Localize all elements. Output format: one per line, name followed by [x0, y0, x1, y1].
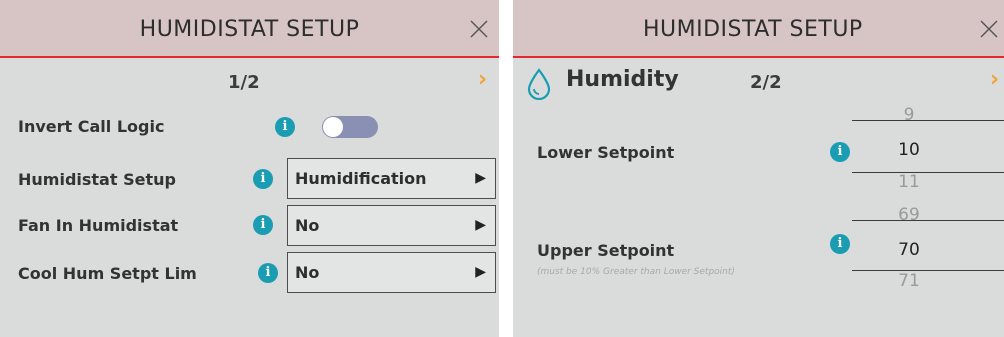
select-arrow-icon: ▶ [475, 217, 486, 233]
humidistat-setup-panel-page-2: HUMIDISTAT SETUP Humidity 2/2 › Lower Se… [513, 0, 1004, 337]
select-arrow-icon: ▶ [475, 170, 486, 186]
close-icon [470, 20, 488, 38]
section-title: Humidity [566, 67, 679, 92]
upper-setpoint-note: (must be 10% Greater than Lower Setpoint… [537, 267, 735, 277]
fan-in-humidistat-select[interactable]: No ▶ [287, 205, 496, 246]
upper-setpoint-label: Upper Setpoint [537, 241, 675, 260]
humidistat-setup-panel-page-1: HUMIDISTAT SETUP 1/2 › Invert Call Logic… [0, 0, 499, 337]
select-value: Humidification [295, 169, 427, 188]
lower-setpoint-prev-value[interactable]: 9 [889, 105, 929, 125]
info-icon[interactable]: i [258, 263, 278, 283]
lower-setpoint-next-value[interactable]: 11 [889, 172, 929, 192]
lower-setpoint-value[interactable]: 10 [889, 140, 929, 160]
upper-setpoint-prev-value[interactable]: 69 [889, 205, 929, 225]
cool-hum-setpt-lim-select[interactable]: No ▶ [287, 252, 496, 293]
next-page-arrow-icon[interactable]: › [478, 67, 487, 92]
panel-title: HUMIDISTAT SETUP [643, 17, 863, 42]
info-icon[interactable]: i [253, 215, 273, 235]
toggle-knob [323, 117, 343, 137]
lower-setpoint-label: Lower Setpoint [537, 143, 675, 162]
close-icon [980, 20, 998, 38]
select-value: No [295, 263, 320, 282]
close-button[interactable] [974, 14, 1004, 44]
panel-header: HUMIDISTAT SETUP [513, 0, 1004, 58]
invert-call-logic-toggle[interactable] [322, 116, 378, 138]
next-page-arrow-icon[interactable]: › [990, 67, 999, 92]
info-icon[interactable]: i [253, 169, 273, 189]
select-value: No [295, 216, 320, 235]
page-indicator: 1/2 [228, 72, 260, 93]
info-icon[interactable]: i [275, 117, 295, 137]
page-indicator: 2/2 [750, 72, 782, 93]
humidistat-setup-label: Humidistat Setup [18, 170, 176, 189]
panel-header: HUMIDISTAT SETUP [0, 0, 499, 58]
humidistat-setup-select[interactable]: Humidification ▶ [287, 158, 496, 199]
invert-call-logic-label: Invert Call Logic [18, 117, 165, 136]
panel-title: HUMIDISTAT SETUP [139, 17, 360, 42]
wheel-divider [852, 220, 1004, 221]
select-arrow-icon: ▶ [475, 264, 486, 280]
cool-hum-setpt-lim-label: Cool Hum Setpt Lim [18, 264, 197, 283]
water-drop-icon [527, 68, 551, 100]
wheel-divider [852, 120, 1004, 121]
close-button[interactable] [464, 14, 494, 44]
upper-setpoint-value[interactable]: 70 [889, 240, 929, 260]
info-icon[interactable]: i [830, 142, 850, 162]
fan-in-humidistat-label: Fan In Humidistat [18, 216, 179, 235]
upper-setpoint-next-value[interactable]: 71 [889, 271, 929, 291]
info-icon[interactable]: i [830, 234, 850, 254]
